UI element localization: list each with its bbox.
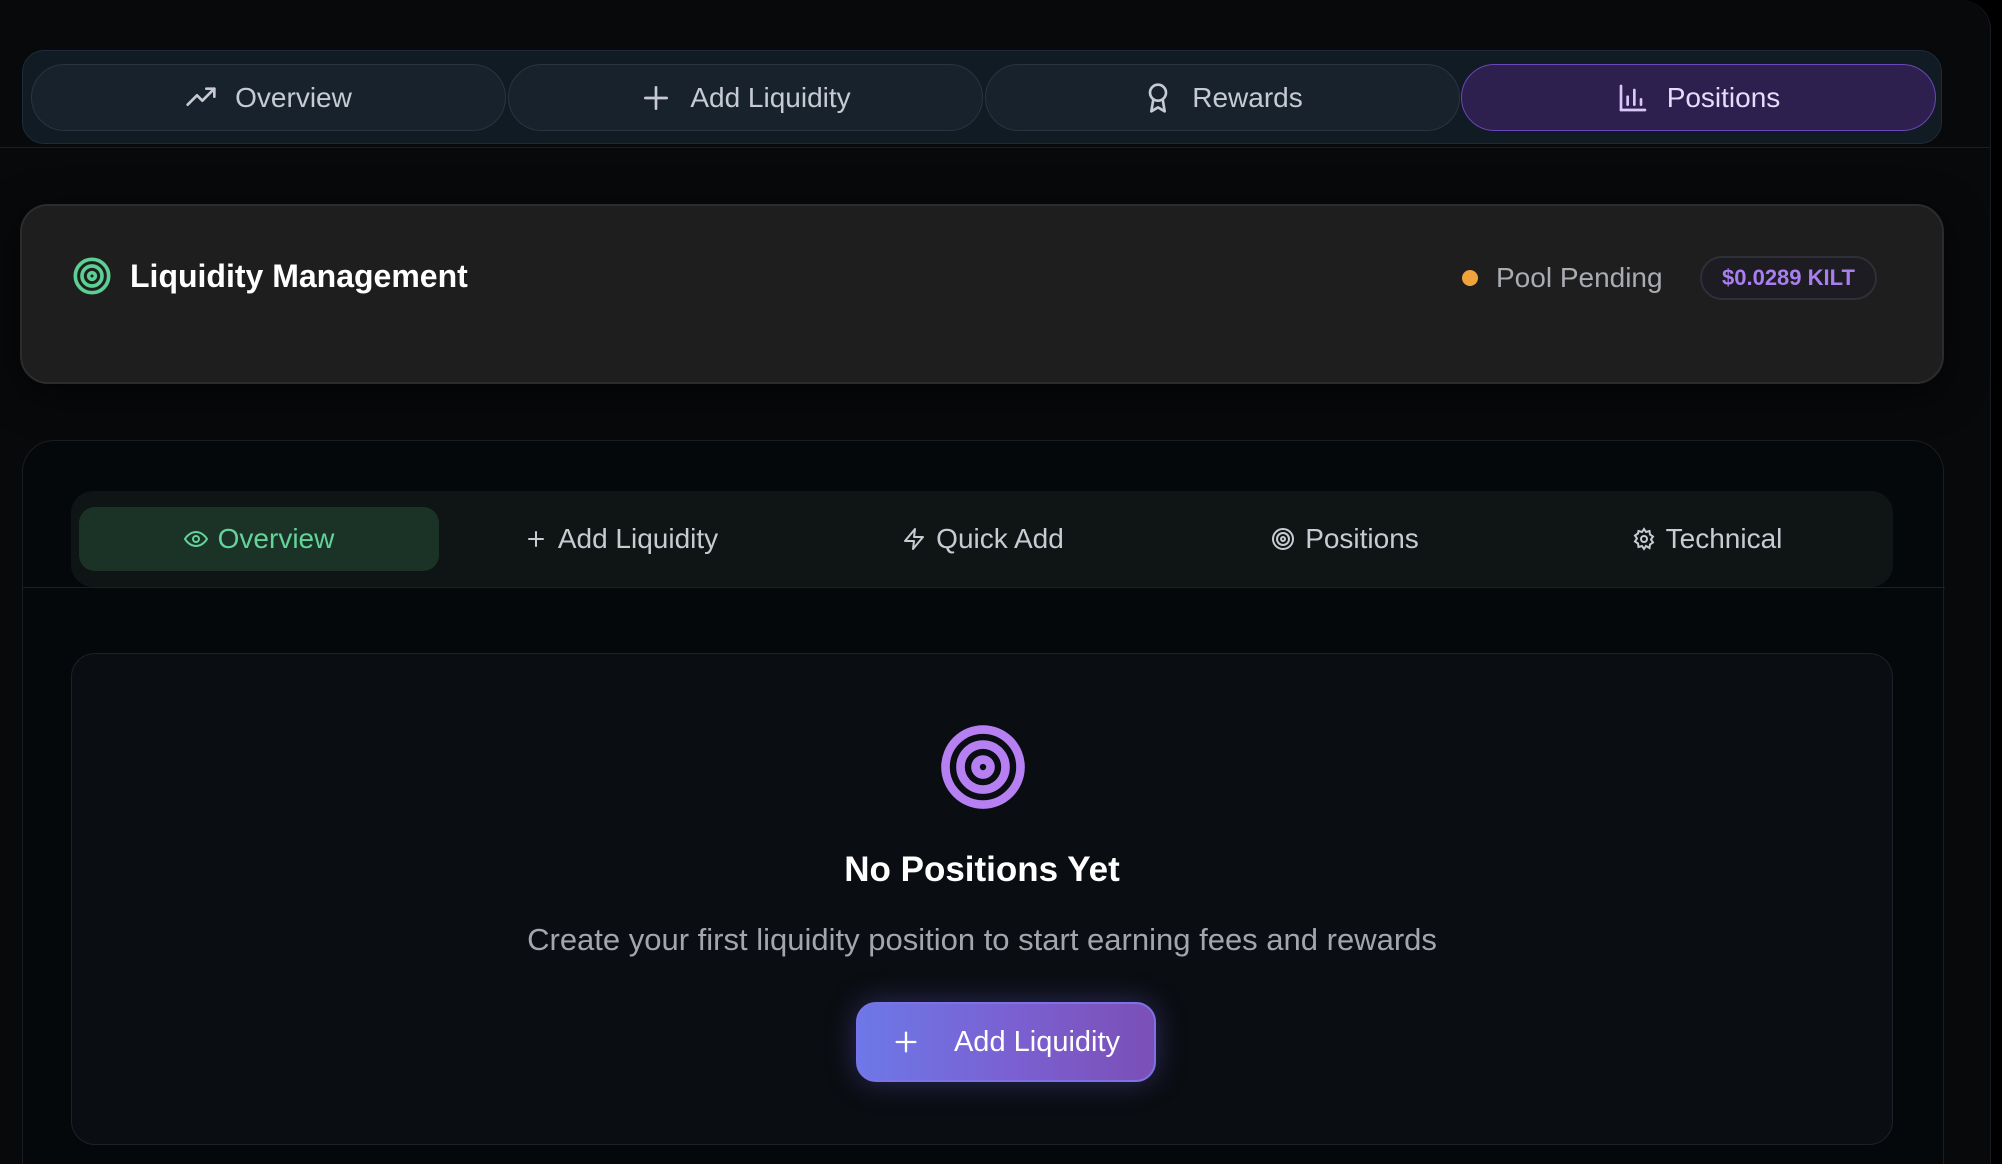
price-badge: $0.0289 KILT [1700,256,1877,300]
page-title: Liquidity Management [72,256,468,296]
subtab-positions[interactable]: Positions [1165,507,1525,571]
top-navigation: Overview Add Liquidity Rewards Positions [22,50,1942,144]
app-window: Overview Add Liquidity Rewards Positions… [0,0,1991,1164]
plus-icon [527,531,544,547]
tab-label: Overview [235,81,352,113]
subtab-label: Quick Add [936,523,1064,554]
target-icon [1272,528,1295,550]
subtab-label: Overview [217,523,335,554]
add-liquidity-button[interactable]: Add Liquidity [856,1002,1156,1082]
zap-icon [904,528,925,550]
award-icon [1148,82,1168,113]
bar-chart-icon [1619,84,1647,111]
liquidity-panel: Overview Add Liquidity Quick Add Positio… [22,440,1945,1164]
target-icon [73,257,111,295]
tab-overview[interactable]: Overview [31,64,506,131]
subtab-technical[interactable]: Technical [1527,507,1887,571]
divider [0,147,1990,148]
tab-positions[interactable]: Positions [1461,64,1936,131]
subtab-overview[interactable]: Overview [79,507,439,571]
tab-label: Add Liquidity [690,81,851,113]
subtab-label: Positions [1305,523,1419,554]
subtab-quick-add[interactable]: Quick Add [803,507,1163,571]
empty-state-card: No Positions Yet Create your first liqui… [71,653,1893,1145]
eye-icon [183,531,208,547]
button-label: Add Liquidity [953,1025,1121,1058]
tab-add-liquidity[interactable]: Add Liquidity [508,64,983,131]
tab-label: Rewards [1192,81,1303,113]
liquidity-management-card: Liquidity Management Pool Pending $0.028… [20,204,1944,384]
status-dot [1462,270,1478,286]
empty-state-title: No Positions Yet [844,850,1120,889]
title-text: Liquidity Management [130,257,468,294]
status-label: Pool Pending [1496,262,1663,293]
subtab-add-liquidity[interactable]: Add Liquidity [441,507,801,571]
subtab-label: Add Liquidity [557,523,719,554]
plus-icon [644,85,669,110]
subtab-label: Technical [1665,523,1783,554]
plus-icon [895,1031,917,1053]
gear-icon [1633,527,1655,551]
empty-state-description: Create your first liquidity position to … [527,922,1437,957]
trending-up-icon [186,86,216,106]
divider [23,587,1945,588]
pool-status: Pool Pending [1462,262,1663,294]
tab-label: Positions [1666,81,1781,113]
tab-rewards[interactable]: Rewards [985,64,1460,131]
sub-navigation: Overview Add Liquidity Quick Add Positio… [71,491,1893,587]
target-icon [941,725,1025,809]
